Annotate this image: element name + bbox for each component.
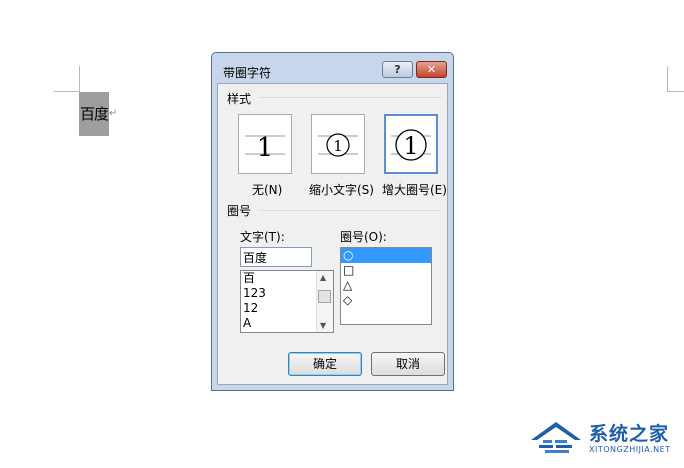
dialog-titlebar[interactable]: 带圈字符 ? ✕ xyxy=(212,53,453,83)
help-button[interactable]: ? xyxy=(382,61,413,78)
style-preview-none-icon: 1 xyxy=(245,124,285,164)
style-preview-none-glyph: 1 xyxy=(257,133,274,163)
watermark-url: XITONGZHIJIA.NET xyxy=(589,445,671,454)
style-preview-shrink-icon: 1 xyxy=(318,124,358,164)
watermark-brand: 系统之家 xyxy=(589,423,670,445)
corner-mark-right-v xyxy=(667,66,668,92)
style-option-none[interactable]: 1 xyxy=(238,114,292,174)
enclosure-group-divider xyxy=(258,210,442,211)
symbol-option[interactable]: △ xyxy=(341,278,431,293)
style-option-enlarge-symbol[interactable]: 1 xyxy=(384,114,438,174)
style-preview-enlarge-glyph: 1 xyxy=(403,132,418,160)
enclose-characters-dialog: 带圈字符 ? ✕ 样式 1 无(N) 1 缩小文字(S) 1 增大圈号(E) 圈… xyxy=(211,52,454,391)
dialog-client-area: 样式 1 无(N) 1 缩小文字(S) 1 增大圈号(E) 圈号 文字(T): … xyxy=(217,83,448,385)
dialog-title: 带圈字符 xyxy=(223,66,272,80)
style-option-none-label[interactable]: 无(N) xyxy=(252,181,282,198)
cancel-button[interactable]: 取消 xyxy=(371,352,445,376)
paragraph-mark-icon: ↵ xyxy=(109,108,118,119)
symbol-options-list[interactable]: ○ □ △ ◇ xyxy=(340,247,432,325)
corner-mark-right-h xyxy=(668,91,684,92)
symbol-option[interactable]: ◇ xyxy=(341,293,431,308)
symbol-option[interactable]: □ xyxy=(341,263,431,278)
enclosure-group-label: 圈号 xyxy=(227,204,252,218)
document-selected-text[interactable]: 百度 xyxy=(80,103,109,124)
style-option-shrink-text-label[interactable]: 缩小文字(S) xyxy=(309,181,374,198)
style-group-label: 样式 xyxy=(227,92,252,106)
text-options-scrollbar[interactable]: ▲ ▼ xyxy=(316,271,333,332)
text-options-list[interactable]: 百 123 12 A ▲ ▼ xyxy=(240,270,334,333)
corner-mark-left-v xyxy=(79,66,80,92)
corner-mark-left-h xyxy=(54,91,79,92)
ok-button[interactable]: 确定 xyxy=(288,352,362,376)
style-preview-enlarge-icon: 1 xyxy=(391,124,431,164)
style-group-divider xyxy=(258,97,442,98)
text-input[interactable] xyxy=(240,247,312,267)
style-option-enlarge-symbol-label[interactable]: 增大圈号(E) xyxy=(382,181,447,198)
close-button[interactable]: ✕ xyxy=(416,61,447,78)
style-option-shrink-text[interactable]: 1 xyxy=(311,114,365,174)
scroll-down-arrow-icon[interactable]: ▼ xyxy=(320,321,326,330)
symbol-field-label: 圈号(O): xyxy=(340,230,387,244)
style-preview-shrink-glyph: 1 xyxy=(333,137,343,155)
scroll-up-arrow-icon[interactable]: ▲ xyxy=(320,273,326,282)
symbol-option-selected[interactable]: ○ xyxy=(341,248,431,263)
text-field-label: 文字(T): xyxy=(240,230,285,244)
watermark-logo-icon xyxy=(531,422,581,453)
scroll-thumb[interactable] xyxy=(318,290,331,303)
